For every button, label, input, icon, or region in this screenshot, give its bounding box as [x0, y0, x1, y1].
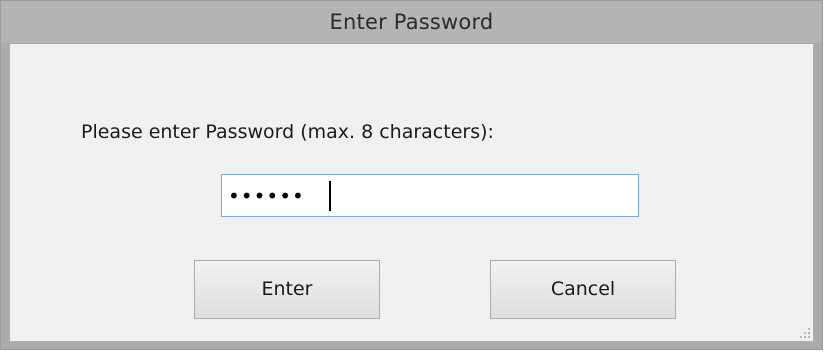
text-caret — [329, 181, 331, 211]
password-dialog: Enter Password Please enter Password (ma… — [0, 0, 823, 350]
password-prompt-label: Please enter Password (max. 8 characters… — [81, 121, 494, 143]
resize-grip-icon[interactable] — [798, 326, 810, 338]
enter-button[interactable]: Enter — [194, 260, 380, 319]
title-bar[interactable]: Enter Password — [1, 1, 822, 43]
dialog-title: Enter Password — [329, 10, 494, 34]
password-input[interactable] — [221, 174, 639, 217]
dialog-body: Please enter Password (max. 8 characters… — [9, 43, 814, 342]
cancel-button[interactable]: Cancel — [490, 260, 676, 319]
